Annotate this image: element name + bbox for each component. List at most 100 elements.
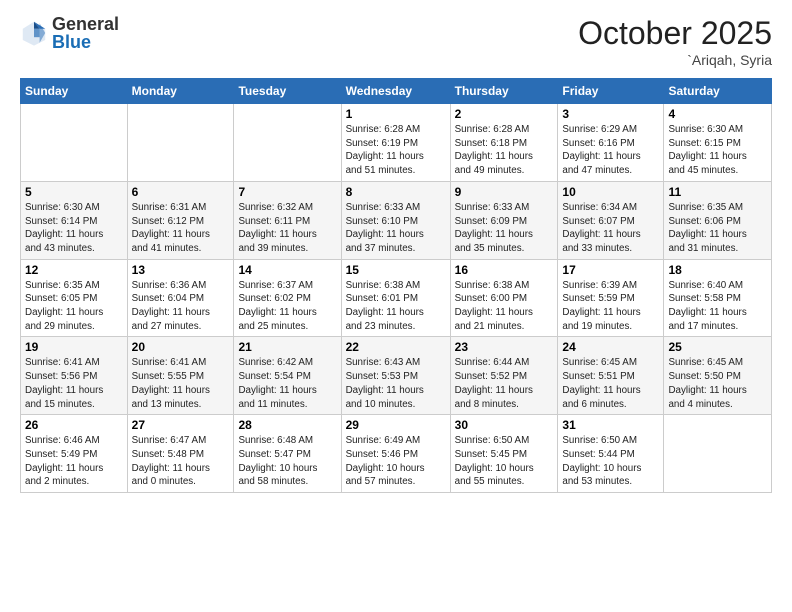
title-block: October 2025 `Ariqah, Syria [578,15,772,68]
calendar-cell-w2-d0: 5 Sunrise: 6:30 AMSunset: 6:14 PMDaylight… [21,181,128,259]
logo: General Blue [20,15,119,51]
calendar-cell-w1-d6: 4 Sunrise: 6:30 AMSunset: 6:15 PMDaylight… [664,104,772,182]
header: General Blue October 2025 `Ariqah, Syria [20,15,772,68]
calendar-cell-w5-d4: 30Sunrise: 6:50 AMSunset: 5:45 PMDayligh… [450,415,558,493]
week-row-1: 1 Sunrise: 6:28 AMSunset: 6:19 PMDaylight… [21,104,772,182]
day-number: 17 [562,263,659,277]
calendar-cell-w4-d2: 21 Sunrise: 6:42 AMSunset: 5:54 PMDayligh… [234,337,341,415]
col-thursday: Thursday [450,79,558,104]
calendar-cell-w3-d6: 18 Sunrise: 6:40 AMSunset: 5:58 PMDayligh… [664,259,772,337]
logo-blue: Blue [52,32,91,52]
day-info: Sunrise: 6:45 AMSunset: 5:50 PMDaylight:… [668,356,767,411]
calendar-cell-w3-d0: 12Sunrise: 6:35 AMSunset: 6:05 PMDayligh… [21,259,128,337]
day-info: Sunrise: 6:28 AMSunset: 6:19 PMDaylight:… [346,123,446,178]
calendar-cell-w1-d4: 2Sunrise: 6:28 AMSunset: 6:18 PMDaylight… [450,104,558,182]
calendar: Sunday Monday Tuesday Wednesday Thursday… [20,78,772,493]
calendar-cell-w3-d5: 17 Sunrise: 6:39 AMSunset: 5:59 PMDayligh… [558,259,664,337]
day-info: Sunrise: 6:37 AMSunset: 6:02 PMDaylight:… [238,279,336,334]
day-number: 30 [455,418,554,432]
col-saturday: Saturday [664,79,772,104]
day-number: 16 [455,263,554,277]
calendar-cell-w4-d0: 19Sunrise: 6:41 AMSunset: 5:56 PMDayligh… [21,337,128,415]
calendar-cell-w2-d2: 7 Sunrise: 6:32 AMSunset: 6:11 PMDaylight… [234,181,341,259]
day-number: 23 [455,340,554,354]
day-info: Sunrise: 6:48 AMSunset: 5:47 PMDaylight:… [238,434,336,489]
day-info: Sunrise: 6:32 AMSunset: 6:11 PMDaylight:… [238,201,336,256]
calendar-cell-w2-d3: 8Sunrise: 6:33 AMSunset: 6:10 PMDaylight… [341,181,450,259]
day-info: Sunrise: 6:30 AMSunset: 6:14 PMDaylight:… [25,201,123,256]
logo-icon [20,19,48,47]
day-number: 5 [25,185,123,199]
logo-name: General Blue [52,15,119,51]
calendar-cell-w5-d3: 29 Sunrise: 6:49 AMSunset: 5:46 PMDayligh… [341,415,450,493]
day-number: 10 [562,185,659,199]
day-number: 18 [668,263,767,277]
calendar-cell-w4-d5: 24 Sunrise: 6:45 AMSunset: 5:51 PMDayligh… [558,337,664,415]
day-number: 25 [668,340,767,354]
day-number: 6 [132,185,230,199]
day-info: Sunrise: 6:42 AMSunset: 5:54 PMDaylight:… [238,356,336,411]
day-number: 29 [346,418,446,432]
col-friday: Friday [558,79,664,104]
day-number: 20 [132,340,230,354]
day-number: 9 [455,185,554,199]
day-info: Sunrise: 6:28 AMSunset: 6:18 PMDaylight:… [455,123,554,178]
day-info: Sunrise: 6:50 AMSunset: 5:44 PMDaylight:… [562,434,659,489]
day-number: 1 [346,107,446,121]
day-number: 22 [346,340,446,354]
calendar-cell-w3-d2: 14 Sunrise: 6:37 AMSunset: 6:02 PMDayligh… [234,259,341,337]
day-info: Sunrise: 6:41 AMSunset: 5:55 PMDaylight:… [132,356,230,411]
calendar-cell-w1-d3: 1 Sunrise: 6:28 AMSunset: 6:19 PMDaylight… [341,104,450,182]
day-number: 15 [346,263,446,277]
calendar-cell-w2-d5: 10 Sunrise: 6:34 AMSunset: 6:07 PMDayligh… [558,181,664,259]
week-row-3: 12Sunrise: 6:35 AMSunset: 6:05 PMDayligh… [21,259,772,337]
day-number: 26 [25,418,123,432]
calendar-cell-w1-d0 [21,104,128,182]
day-info: Sunrise: 6:34 AMSunset: 6:07 PMDaylight:… [562,201,659,256]
day-info: Sunrise: 6:35 AMSunset: 6:05 PMDaylight:… [25,279,123,334]
day-info: Sunrise: 6:36 AMSunset: 6:04 PMDaylight:… [132,279,230,334]
calendar-cell-w2-d1: 6 Sunrise: 6:31 AMSunset: 6:12 PMDaylight… [127,181,234,259]
calendar-cell-w4-d3: 22 Sunrise: 6:43 AMSunset: 5:53 PMDayligh… [341,337,450,415]
logo-text-block: General Blue [52,15,119,51]
day-number: 13 [132,263,230,277]
col-monday: Monday [127,79,234,104]
calendar-cell-w2-d4: 9 Sunrise: 6:33 AMSunset: 6:09 PMDaylight… [450,181,558,259]
day-info: Sunrise: 6:30 AMSunset: 6:15 PMDaylight:… [668,123,767,178]
calendar-cell-w1-d1 [127,104,234,182]
calendar-cell-w5-d2: 28Sunrise: 6:48 AMSunset: 5:47 PMDayligh… [234,415,341,493]
calendar-cell-w3-d4: 16 Sunrise: 6:38 AMSunset: 6:00 PMDayligh… [450,259,558,337]
calendar-header-row: Sunday Monday Tuesday Wednesday Thursday… [21,79,772,104]
calendar-cell-w4-d1: 20 Sunrise: 6:41 AMSunset: 5:55 PMDayligh… [127,337,234,415]
col-wednesday: Wednesday [341,79,450,104]
day-info: Sunrise: 6:40 AMSunset: 5:58 PMDaylight:… [668,279,767,334]
day-number: 24 [562,340,659,354]
logo-general: General [52,14,119,34]
day-info: Sunrise: 6:43 AMSunset: 5:53 PMDaylight:… [346,356,446,411]
day-info: Sunrise: 6:47 AMSunset: 5:48 PMDaylight:… [132,434,230,489]
day-number: 3 [562,107,659,121]
calendar-cell-w3-d1: 13 Sunrise: 6:36 AMSunset: 6:04 PMDayligh… [127,259,234,337]
day-info: Sunrise: 6:31 AMSunset: 6:12 PMDaylight:… [132,201,230,256]
calendar-cell-w5-d1: 27 Sunrise: 6:47 AMSunset: 5:48 PMDayligh… [127,415,234,493]
calendar-cell-w5-d6 [664,415,772,493]
day-info: Sunrise: 6:38 AMSunset: 6:00 PMDaylight:… [455,279,554,334]
calendar-cell-w5-d5: 31Sunrise: 6:50 AMSunset: 5:44 PMDayligh… [558,415,664,493]
day-info: Sunrise: 6:35 AMSunset: 6:06 PMDaylight:… [668,201,767,256]
day-info: Sunrise: 6:49 AMSunset: 5:46 PMDaylight:… [346,434,446,489]
day-number: 21 [238,340,336,354]
calendar-cell-w5-d0: 26Sunrise: 6:46 AMSunset: 5:49 PMDayligh… [21,415,128,493]
day-number: 7 [238,185,336,199]
day-info: Sunrise: 6:45 AMSunset: 5:51 PMDaylight:… [562,356,659,411]
day-number: 14 [238,263,336,277]
day-info: Sunrise: 6:44 AMSunset: 5:52 PMDaylight:… [455,356,554,411]
day-number: 8 [346,185,446,199]
day-info: Sunrise: 6:33 AMSunset: 6:09 PMDaylight:… [455,201,554,256]
day-info: Sunrise: 6:39 AMSunset: 5:59 PMDaylight:… [562,279,659,334]
calendar-cell-w4-d6: 25 Sunrise: 6:45 AMSunset: 5:50 PMDayligh… [664,337,772,415]
page: General Blue October 2025 `Ariqah, Syria… [0,0,792,503]
day-info: Sunrise: 6:41 AMSunset: 5:56 PMDaylight:… [25,356,123,411]
day-number: 27 [132,418,230,432]
location: `Ariqah, Syria [578,52,772,68]
day-number: 4 [668,107,767,121]
